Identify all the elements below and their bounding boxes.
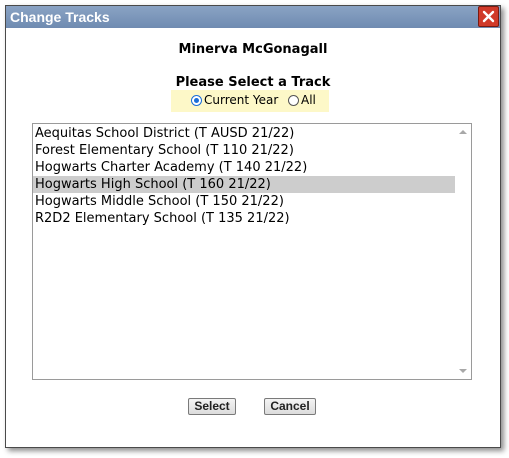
track-option[interactable]: Forest Elementary School (T 110 21/22) [33, 142, 455, 159]
track-option[interactable]: Aequitas School District (T AUSD 21/22) [33, 125, 455, 142]
current-year-label: Current Year [204, 93, 279, 107]
change-tracks-dialog: Change Tracks Minerva McGonagall Please … [5, 5, 501, 448]
track-option[interactable]: Hogwarts Charter Academy (T 140 21/22) [33, 159, 455, 176]
track-option-selected[interactable]: Hogwarts High School (T 160 21/22) [33, 176, 455, 193]
all-label: All [301, 93, 316, 107]
current-year-radio[interactable] [191, 94, 202, 106]
cancel-button[interactable]: Cancel [264, 398, 316, 415]
user-name: Minerva McGonagall [178, 42, 328, 57]
track-listbox[interactable]: Aequitas School District (T AUSD 21/22) … [32, 123, 472, 380]
dialog-title: Change Tracks [10, 9, 110, 25]
listbox-scrollbar[interactable] [455, 124, 471, 379]
close-button[interactable] [478, 6, 499, 27]
scroll-up-arrow-icon[interactable] [459, 130, 467, 134]
all-radio[interactable] [288, 94, 299, 106]
select-button[interactable]: Select [188, 398, 236, 415]
current-year-option[interactable]: Current Year [191, 93, 278, 107]
track-list: Aequitas School District (T AUSD 21/22) … [33, 125, 455, 227]
scroll-down-arrow-icon[interactable] [459, 369, 467, 373]
track-option[interactable]: Hogwarts Middle School (T 150 21/22) [33, 193, 455, 210]
close-icon [482, 10, 495, 23]
all-option[interactable]: All [288, 93, 316, 107]
title-bar[interactable]: Change Tracks [6, 6, 500, 28]
track-scope-radio-group: Current Year All [171, 90, 329, 112]
track-option[interactable]: R2D2 Elementary School (T 135 21/22) [33, 210, 455, 227]
select-track-heading: Please Select a Track [175, 75, 331, 90]
